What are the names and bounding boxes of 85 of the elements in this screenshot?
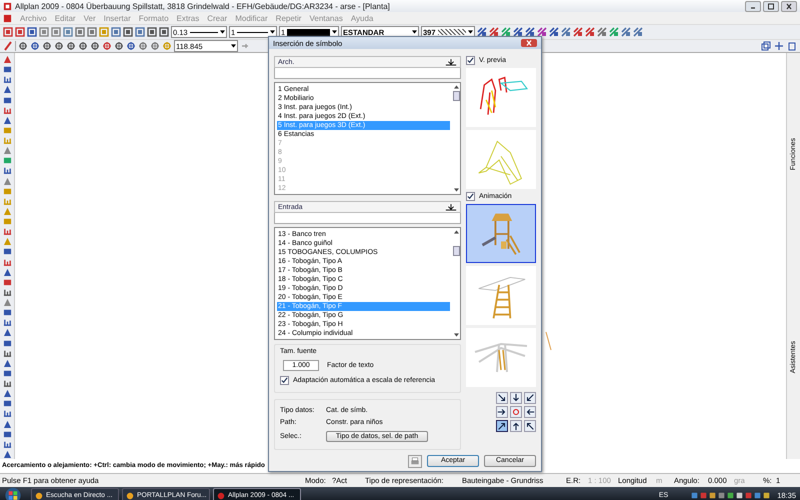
download-icon[interactable] [445, 204, 457, 210]
anchor-point-button[interactable] [524, 406, 536, 418]
tool-icon[interactable] [633, 27, 643, 37]
scrollbar[interactable] [452, 83, 460, 194]
scroll-down-icon[interactable] [454, 333, 458, 337]
caret-icon [332, 30, 337, 34]
tool-icon[interactable] [66, 41, 76, 51]
tool-icon[interactable] [2, 409, 12, 418]
tool-icon[interactable] [489, 27, 499, 37]
anchor-point-button[interactable] [496, 406, 508, 418]
caret-icon [270, 30, 275, 34]
app-icon [217, 492, 225, 500]
window-title: Allplan 2009 - 0804 Überbauung Spillstatt, 3818 Grindelwald - EFH/Gebäude/DG:AR3234 - arse - [Planta] [15, 2, 390, 10]
tool-icon[interactable] [573, 27, 583, 37]
tool-icon[interactable] [114, 41, 124, 51]
tool-icon[interactable] [585, 27, 595, 37]
tool-icon[interactable] [537, 27, 547, 37]
paste-icon[interactable] [787, 41, 797, 51]
anchor-point-button[interactable] [496, 420, 508, 432]
tool-icon[interactable] [525, 27, 535, 37]
tool-icon[interactable] [513, 27, 523, 37]
tool-icon[interactable] [2, 258, 12, 266]
caret-icon [220, 30, 225, 34]
tool-icon[interactable] [561, 27, 571, 37]
printer-icon[interactable] [408, 454, 422, 468]
tool-icon[interactable] [2, 166, 12, 176]
tool-icon[interactable] [126, 41, 136, 51]
tool-icon[interactable] [150, 41, 160, 51]
scroll-up-icon[interactable] [454, 85, 458, 89]
checkbox[interactable] [466, 192, 475, 201]
close-button[interactable] [781, 0, 797, 12]
tool-icon[interactable] [42, 41, 52, 51]
anchor-point-button[interactable] [524, 420, 536, 432]
start-button[interactable] [4, 487, 22, 500]
tool-icon[interactable] [2, 75, 12, 84]
anchor-point-button[interactable] [524, 392, 536, 404]
input-field[interactable] [274, 213, 461, 224]
app-icon [35, 492, 43, 500]
symbol-preview[interactable] [466, 204, 536, 263]
scroll-down-icon[interactable] [454, 188, 458, 192]
anchor-point-button[interactable] [510, 420, 522, 432]
tool-icon[interactable] [30, 41, 40, 51]
scrollbar[interactable] [452, 228, 460, 339]
input-field[interactable] [274, 68, 461, 79]
caret-icon [231, 44, 236, 48]
document-icon [3, 14, 12, 22]
checkbox[interactable] [466, 56, 475, 65]
symbol-preview[interactable] [466, 68, 536, 127]
tool-icon[interactable] [621, 27, 631, 37]
tool-icon[interactable] [549, 27, 559, 37]
entry-list[interactable] [274, 227, 461, 340]
tool-icon[interactable] [138, 41, 148, 51]
tool-icon[interactable] [18, 41, 28, 51]
maximize-button[interactable] [763, 0, 779, 12]
checkbox[interactable] [280, 376, 289, 385]
tool-icon[interactable] [2, 318, 12, 328]
tool-icon[interactable] [477, 27, 487, 37]
pencil-icon[interactable] [3, 41, 13, 51]
app-logo-icon [3, 2, 12, 10]
tool-icon[interactable] [2, 106, 12, 115]
anchor-point-button[interactable] [510, 392, 522, 404]
tool-icon[interactable] [501, 27, 511, 37]
tool-icon[interactable] [102, 41, 112, 51]
anchor-point-button[interactable] [496, 392, 508, 404]
tool-icon[interactable] [2, 440, 12, 449]
caret-icon [468, 30, 473, 34]
scroll-thumb[interactable] [453, 91, 460, 101]
download-icon[interactable] [445, 58, 457, 66]
tool-icon[interactable] [2, 450, 12, 459]
tool-icon[interactable] [2, 288, 12, 297]
tool-icon[interactable] [78, 41, 88, 51]
scroll-up-icon[interactable] [454, 230, 458, 234]
scroll-thumb[interactable] [453, 246, 460, 256]
app-icon [126, 492, 134, 500]
tool-icon[interactable] [54, 41, 64, 51]
window-icon[interactable] [761, 41, 771, 51]
move-icon[interactable] [774, 41, 784, 51]
tool-icon[interactable] [90, 41, 100, 51]
tool-icon[interactable] [597, 27, 607, 37]
tool-icon[interactable] [2, 348, 12, 358]
caret-icon [412, 30, 417, 34]
tool-icon[interactable] [2, 227, 12, 236]
minimize-button[interactable] [745, 0, 761, 12]
slide-drawing [473, 342, 529, 374]
tool-icon[interactable] [2, 379, 12, 388]
